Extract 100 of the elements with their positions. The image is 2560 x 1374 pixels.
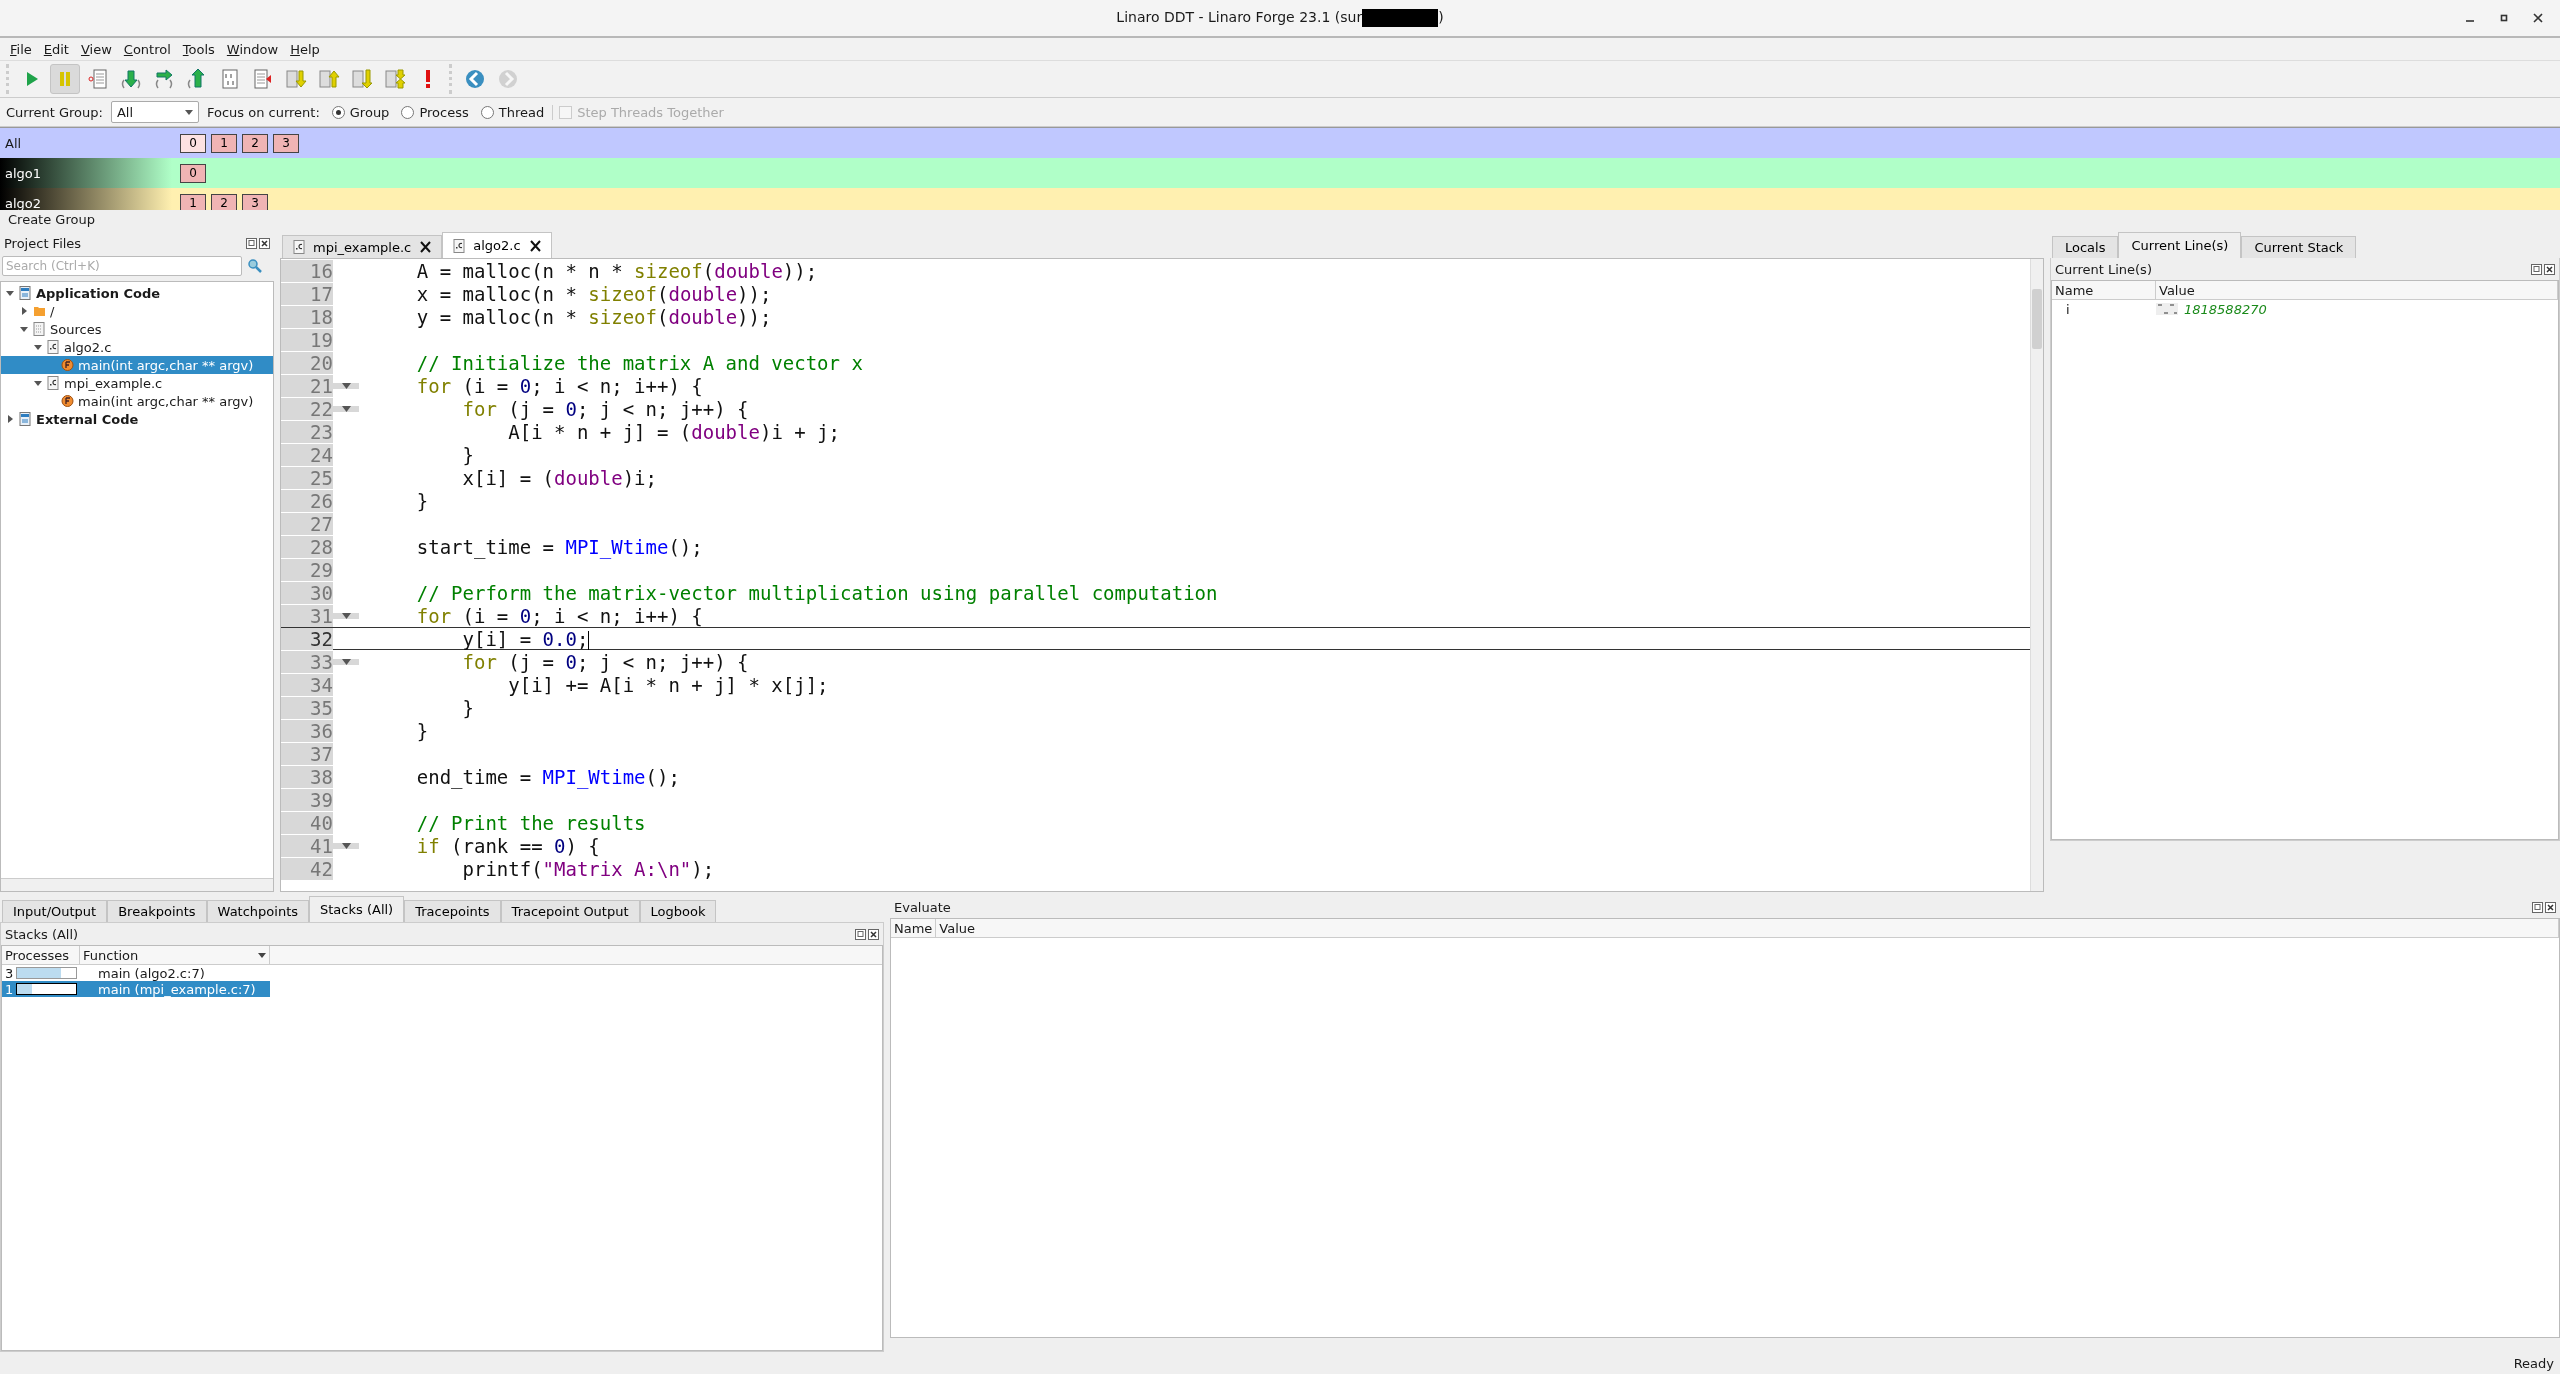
process-button[interactable]: 1 xyxy=(211,133,237,153)
process-button[interactable]: 2 xyxy=(242,133,268,153)
code-line: y[i] = 0.0; xyxy=(461,627,590,650)
tab[interactable]: Current Stack xyxy=(2241,236,2357,258)
close-icon[interactable] xyxy=(259,237,270,249)
float-icon[interactable] xyxy=(246,237,257,249)
line-number: 31 xyxy=(281,604,333,627)
c-file-icon xyxy=(47,340,60,354)
menu-item[interactable]: File xyxy=(4,41,38,57)
column-header[interactable]: Function xyxy=(80,946,270,964)
tab[interactable]: Current Line(s) xyxy=(2118,232,2242,258)
tab[interactable]: Tracepoint Output xyxy=(500,900,640,922)
tree-item[interactable]: External Code xyxy=(1,410,273,428)
collapse-icon[interactable] xyxy=(33,378,43,388)
float-icon[interactable] xyxy=(855,928,866,940)
column-header[interactable]: Value xyxy=(2156,281,2558,299)
fold-icon[interactable] xyxy=(341,842,351,849)
tab[interactable]: Logbook xyxy=(639,900,717,922)
line-number: 24 xyxy=(281,443,333,466)
close-icon[interactable] xyxy=(2533,13,2543,23)
line-number: 28 xyxy=(281,535,333,558)
group-row[interactable]: All 0 1 2 3 xyxy=(0,128,2560,158)
tree-item[interactable]: / xyxy=(1,302,273,320)
menu-item[interactable]: Tools xyxy=(176,41,221,57)
tree-item[interactable]: main(int argc,char ** argv) xyxy=(1,392,273,410)
process-button[interactable]: 3 xyxy=(273,133,299,153)
stack-row[interactable]: 3 main (algo2.c:7) xyxy=(2,965,882,981)
code-line: A[i * n + j] = (double)i + j; xyxy=(507,420,840,443)
tab[interactable]: Input/Output xyxy=(2,900,108,922)
radio-button[interactable] xyxy=(331,105,345,119)
line-number: 34 xyxy=(281,673,333,696)
float-icon[interactable] xyxy=(2532,901,2543,913)
stack-row[interactable]: 1 main (mpi_example.c:7) xyxy=(2,981,882,997)
column-header[interactable]: Value xyxy=(936,919,2559,937)
fold-icon[interactable] xyxy=(341,658,351,665)
menu-item[interactable]: Window xyxy=(220,41,285,57)
process-button[interactable]: 1 xyxy=(180,193,206,210)
expand-icon[interactable] xyxy=(5,414,15,424)
tab[interactable]: Tracepoints xyxy=(404,900,501,922)
code-line: y[i] += A[i * n + j] * x[j]; xyxy=(507,673,829,696)
line-number: 19 xyxy=(281,328,333,351)
process-button[interactable]: 3 xyxy=(242,193,268,210)
fold-icon[interactable] xyxy=(341,382,351,389)
code-group-icon xyxy=(19,412,32,426)
file-tab[interactable]: algo2.c xyxy=(442,232,552,258)
close-icon[interactable] xyxy=(868,928,879,940)
float-icon[interactable] xyxy=(2531,263,2542,275)
radio-button[interactable] xyxy=(401,105,415,119)
tab[interactable]: Breakpoints xyxy=(107,900,207,922)
process-button[interactable]: 0 xyxy=(180,133,206,153)
group-dropdown[interactable]: All xyxy=(110,101,199,123)
scrollbar[interactable] xyxy=(1,878,273,891)
tab[interactable]: Locals xyxy=(2052,236,2119,258)
fold-icon[interactable] xyxy=(341,612,351,619)
process-button[interactable]: 0 xyxy=(180,163,206,183)
expand-icon[interactable] xyxy=(19,306,29,316)
tree-item[interactable]: algo2.c xyxy=(1,338,273,356)
collapse-icon[interactable] xyxy=(5,288,15,298)
line-number: 42 xyxy=(281,857,333,880)
folder-icon xyxy=(33,304,46,318)
menu-item[interactable]: View xyxy=(74,41,118,57)
menu-item[interactable]: Control xyxy=(117,41,177,57)
scrollbar[interactable] xyxy=(2030,259,2043,891)
variable-value: 1818588270 xyxy=(2184,301,2267,317)
code-line: } xyxy=(461,696,474,719)
create-group-button[interactable]: Create Group xyxy=(8,211,95,227)
tree-item[interactable]: Sources xyxy=(1,320,273,338)
close-icon[interactable] xyxy=(2545,901,2556,913)
maximize-icon[interactable] xyxy=(2499,13,2509,23)
radio-label: Process xyxy=(419,104,469,120)
menu-item[interactable]: Edit xyxy=(37,41,75,57)
search-icon[interactable] xyxy=(248,259,262,273)
line-number: 38 xyxy=(281,765,333,788)
variable-name: i xyxy=(2065,301,2071,317)
process-count: 1 xyxy=(5,981,14,997)
code-line: for (i = 0; i < n; i++) { xyxy=(415,604,703,627)
process-button[interactable]: 2 xyxy=(211,193,237,210)
column-header[interactable]: Processes xyxy=(2,946,80,964)
close-icon[interactable] xyxy=(528,239,541,252)
tab[interactable]: Stacks (All) xyxy=(309,896,405,922)
tree-item[interactable]: Application Code xyxy=(1,284,273,302)
tree-item[interactable]: mpi_example.c xyxy=(1,374,273,392)
menu-item[interactable]: Help xyxy=(284,41,326,57)
search-field[interactable]: Search (Ctrl+K) xyxy=(2,256,242,276)
close-icon[interactable] xyxy=(419,241,432,253)
tree-item[interactable]: main(int argc,char ** argv) xyxy=(1,356,273,374)
code-line: } xyxy=(415,489,429,512)
line-number: 29 xyxy=(281,558,333,581)
close-icon[interactable] xyxy=(2544,263,2555,275)
column-header[interactable]: Name xyxy=(2052,281,2156,299)
tab[interactable]: Watchpoints xyxy=(206,900,309,922)
radio-button[interactable] xyxy=(480,105,494,119)
fold-icon[interactable] xyxy=(341,405,351,412)
code-line: y = malloc(n * sizeof(double)); xyxy=(415,305,772,328)
group-name: All xyxy=(4,134,23,153)
file-tab[interactable]: mpi_example.c xyxy=(282,235,443,258)
code-line: x[i] = (double)i; xyxy=(461,466,657,489)
group-row[interactable]: algo1 0 xyxy=(0,158,2560,188)
column-header[interactable]: Name xyxy=(891,919,937,937)
group-row[interactable]: algo2 1 2 3 xyxy=(0,188,2560,210)
